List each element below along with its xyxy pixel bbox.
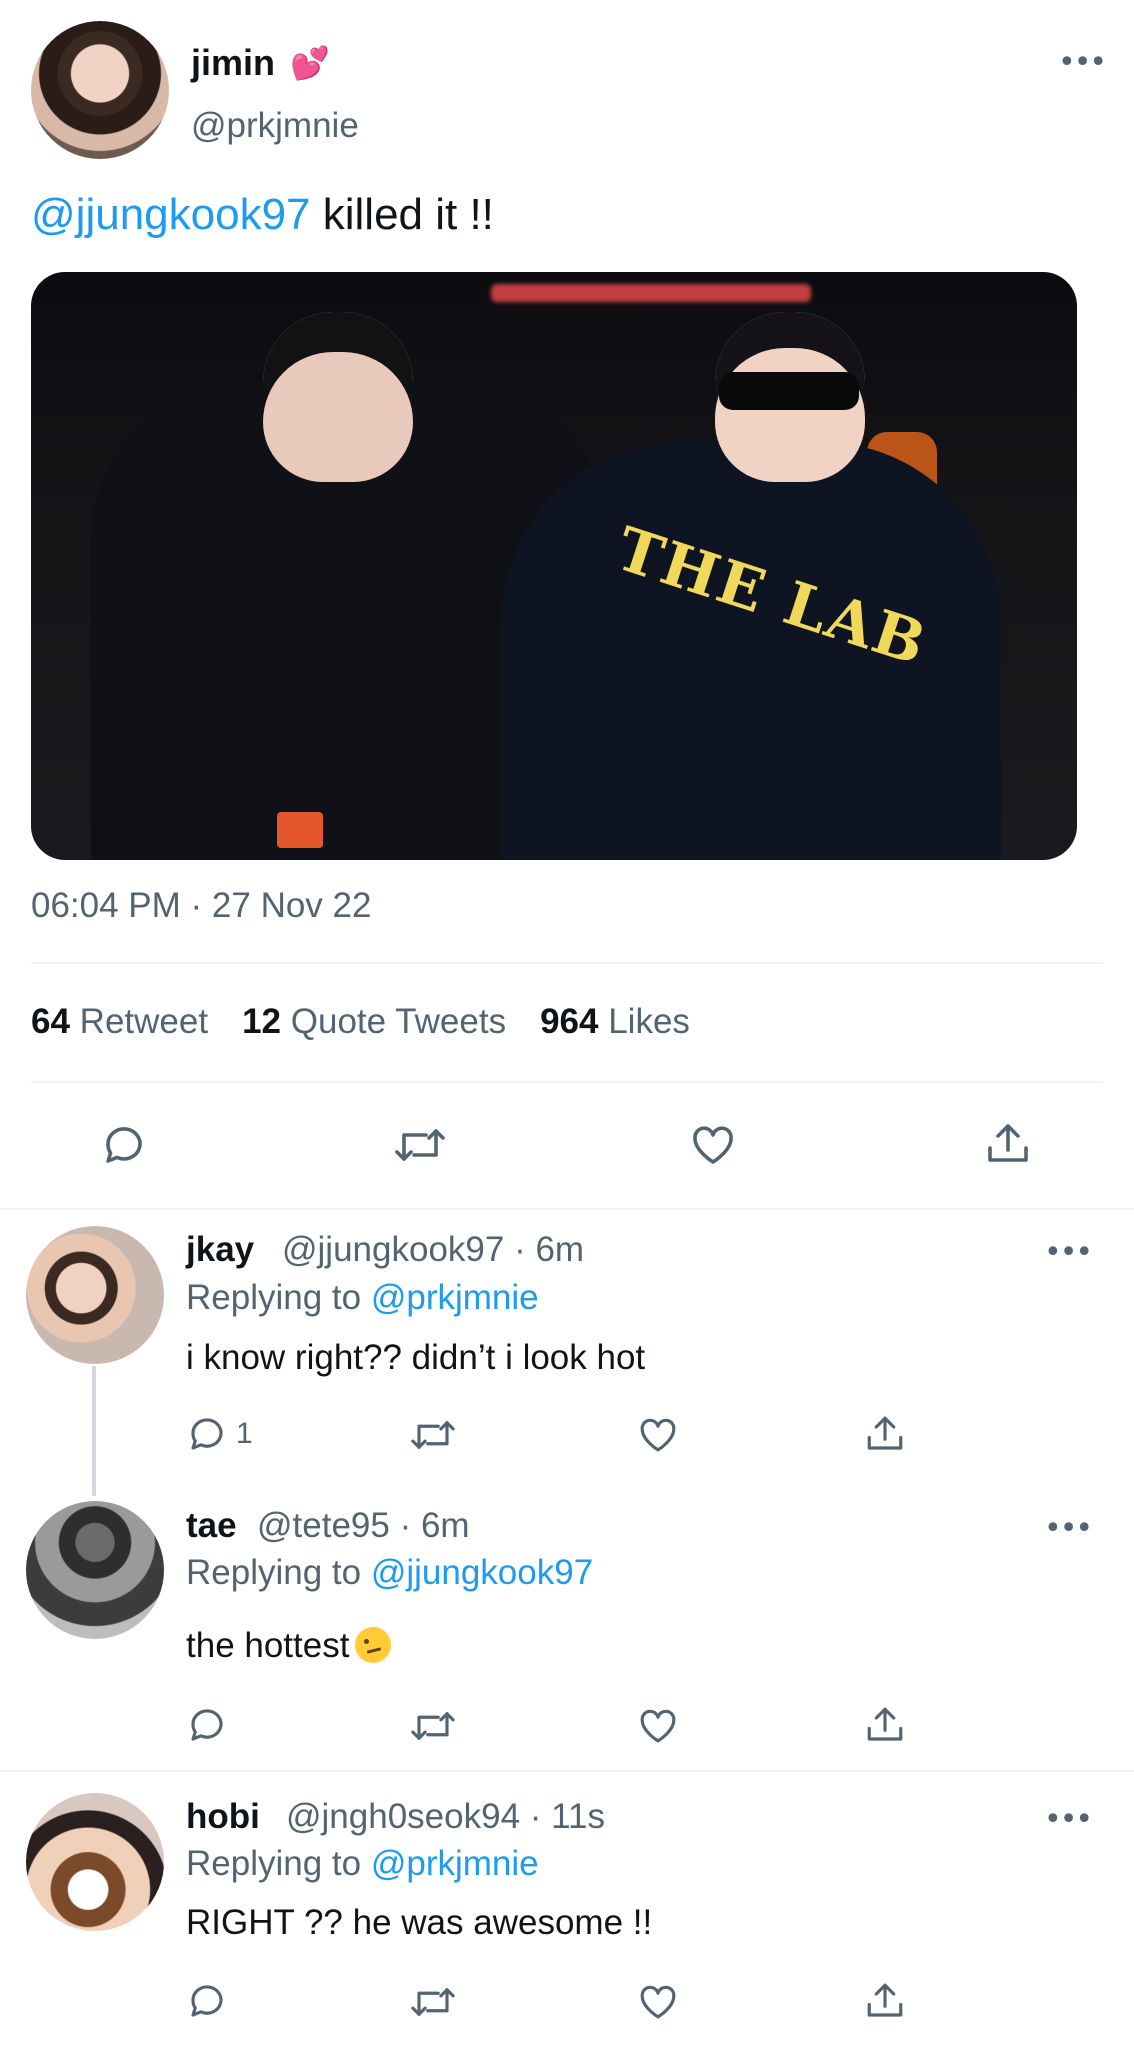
two-hearts-emoji: 💕: [290, 44, 330, 82]
author-avatar[interactable]: [31, 21, 169, 159]
reply-handle-time[interactable]: @jjungkook97 · 6m: [282, 1230, 584, 1270]
reply-button[interactable]: 1: [186, 1413, 253, 1455]
reply-count: 1: [236, 1417, 253, 1450]
retweets-count: 64: [31, 1002, 70, 1041]
reply-button[interactable]: [186, 1980, 228, 2022]
reply-icon: [191, 1709, 223, 1741]
reply-button[interactable]: [100, 1121, 148, 1169]
replying-to-link[interactable]: @prkjmnie: [371, 1844, 539, 1883]
thread-connector-line: [92, 1366, 96, 1496]
share-icon: [867, 1707, 903, 1741]
author-handle[interactable]: @prkjmnie: [191, 106, 359, 146]
section-divider: [0, 1770, 1134, 1772]
replying-to: Replying to @jjungkook97: [186, 1553, 593, 1593]
like-button[interactable]: [636, 1414, 680, 1456]
like-icon: [640, 1418, 676, 1452]
retweet-button[interactable]: [408, 1705, 458, 1747]
share-button[interactable]: [984, 1119, 1032, 1169]
share-button[interactable]: [864, 1412, 906, 1456]
reply-icon: [106, 1127, 142, 1163]
replying-to: Replying to @prkjmnie: [186, 1278, 539, 1318]
woozy-face-emoji: [355, 1627, 392, 1663]
section-divider: [0, 1208, 1134, 1210]
share-button[interactable]: [864, 1979, 906, 2023]
like-icon: [640, 1985, 676, 2019]
replying-to-link[interactable]: @prkjmnie: [371, 1278, 539, 1317]
avatar[interactable]: [26, 1793, 164, 1931]
retweet-icon: [411, 1988, 455, 2016]
avatar[interactable]: [26, 1501, 164, 1639]
like-button[interactable]: [688, 1121, 738, 1169]
retweet-icon: [395, 1129, 445, 1161]
main-tweet: jimin 💕 @prkjmnie ••• @jjungkook97 kille…: [0, 0, 1134, 1210]
like-icon: [693, 1126, 733, 1164]
like-button[interactable]: [636, 1705, 680, 1747]
retweet-button[interactable]: [408, 1414, 458, 1456]
quotes-count: 12: [242, 1002, 282, 1041]
sunglasses: [719, 372, 859, 410]
jacket-tag: [277, 812, 323, 848]
retweet-icon: [411, 1421, 455, 1449]
more-options-icon[interactable]: •••: [1058, 48, 1107, 78]
reply-text: the hottest: [186, 1626, 392, 1666]
reply-handle-time[interactable]: @tete95 · 6m: [257, 1506, 470, 1546]
reply-text: i know right?? didn’t i look hot: [186, 1338, 646, 1377]
author-display-name[interactable]: jimin: [191, 42, 275, 84]
reply-handle-time[interactable]: @jngh0seok94 · 11s: [286, 1797, 605, 1837]
retweets-stat[interactable]: 64 Retweet: [31, 1002, 208, 1042]
reply-display-name[interactable]: jkay: [186, 1230, 254, 1270]
reply-icon: [191, 1985, 223, 2017]
retweet-button[interactable]: [408, 1981, 458, 2023]
share-icon: [867, 1416, 903, 1450]
tweet-mention-link[interactable]: @jjungkook97: [31, 190, 311, 239]
like-button[interactable]: [636, 1981, 680, 2023]
replying-to: Replying to @prkjmnie: [186, 1844, 539, 1884]
share-icon: [867, 1983, 903, 2017]
divider: [31, 962, 1103, 964]
replying-to-link[interactable]: @jjungkook97: [371, 1553, 593, 1592]
more-options-icon[interactable]: •••: [1044, 1805, 1093, 1835]
replying-prefix: Replying to: [186, 1278, 371, 1317]
avatar[interactable]: [26, 1226, 164, 1364]
reply-display-name[interactable]: tae: [186, 1506, 237, 1546]
likes-label: Likes: [608, 1002, 690, 1041]
person-left-head: [263, 312, 413, 482]
reply-text-body: the hottest: [186, 1626, 350, 1665]
quotes-stat[interactable]: 12 Quote Tweets: [242, 1002, 506, 1042]
reply-button[interactable]: [186, 1704, 228, 1746]
reply-text: RIGHT ?? he was awesome !!: [186, 1903, 653, 1942]
retweet-icon: [411, 1712, 455, 1740]
stage-light: [491, 284, 811, 302]
likes-count: 964: [540, 1002, 599, 1041]
replying-prefix: Replying to: [186, 1553, 371, 1592]
likes-stat[interactable]: 964 Likes: [540, 1002, 690, 1042]
person-right-hoodie: [501, 442, 1001, 860]
quotes-label: Quote Tweets: [290, 1002, 507, 1041]
tweet-text: @jjungkook97 killed it !!: [31, 190, 494, 240]
reply-display-name[interactable]: hobi: [186, 1797, 260, 1837]
tweet-photo[interactable]: THE LAB: [31, 272, 1077, 860]
tweet-timestamp[interactable]: 06:04 PM · 27 Nov 22: [31, 886, 371, 926]
tweet-stats: 64 Retweet 12 Quote Tweets 964 Likes: [31, 1002, 724, 1042]
more-options-icon[interactable]: •••: [1044, 1514, 1093, 1544]
divider: [31, 1081, 1103, 1083]
replying-prefix: Replying to: [186, 1844, 371, 1883]
reply-icon: [191, 1418, 223, 1450]
more-options-icon[interactable]: •••: [1044, 1238, 1093, 1268]
like-icon: [640, 1709, 676, 1743]
share-button[interactable]: [864, 1703, 906, 1747]
retweet-button[interactable]: [392, 1121, 448, 1169]
share-icon: [988, 1124, 1028, 1162]
tweet-body-text: killed it !!: [310, 190, 494, 239]
retweets-label: Retweet: [79, 1002, 209, 1041]
